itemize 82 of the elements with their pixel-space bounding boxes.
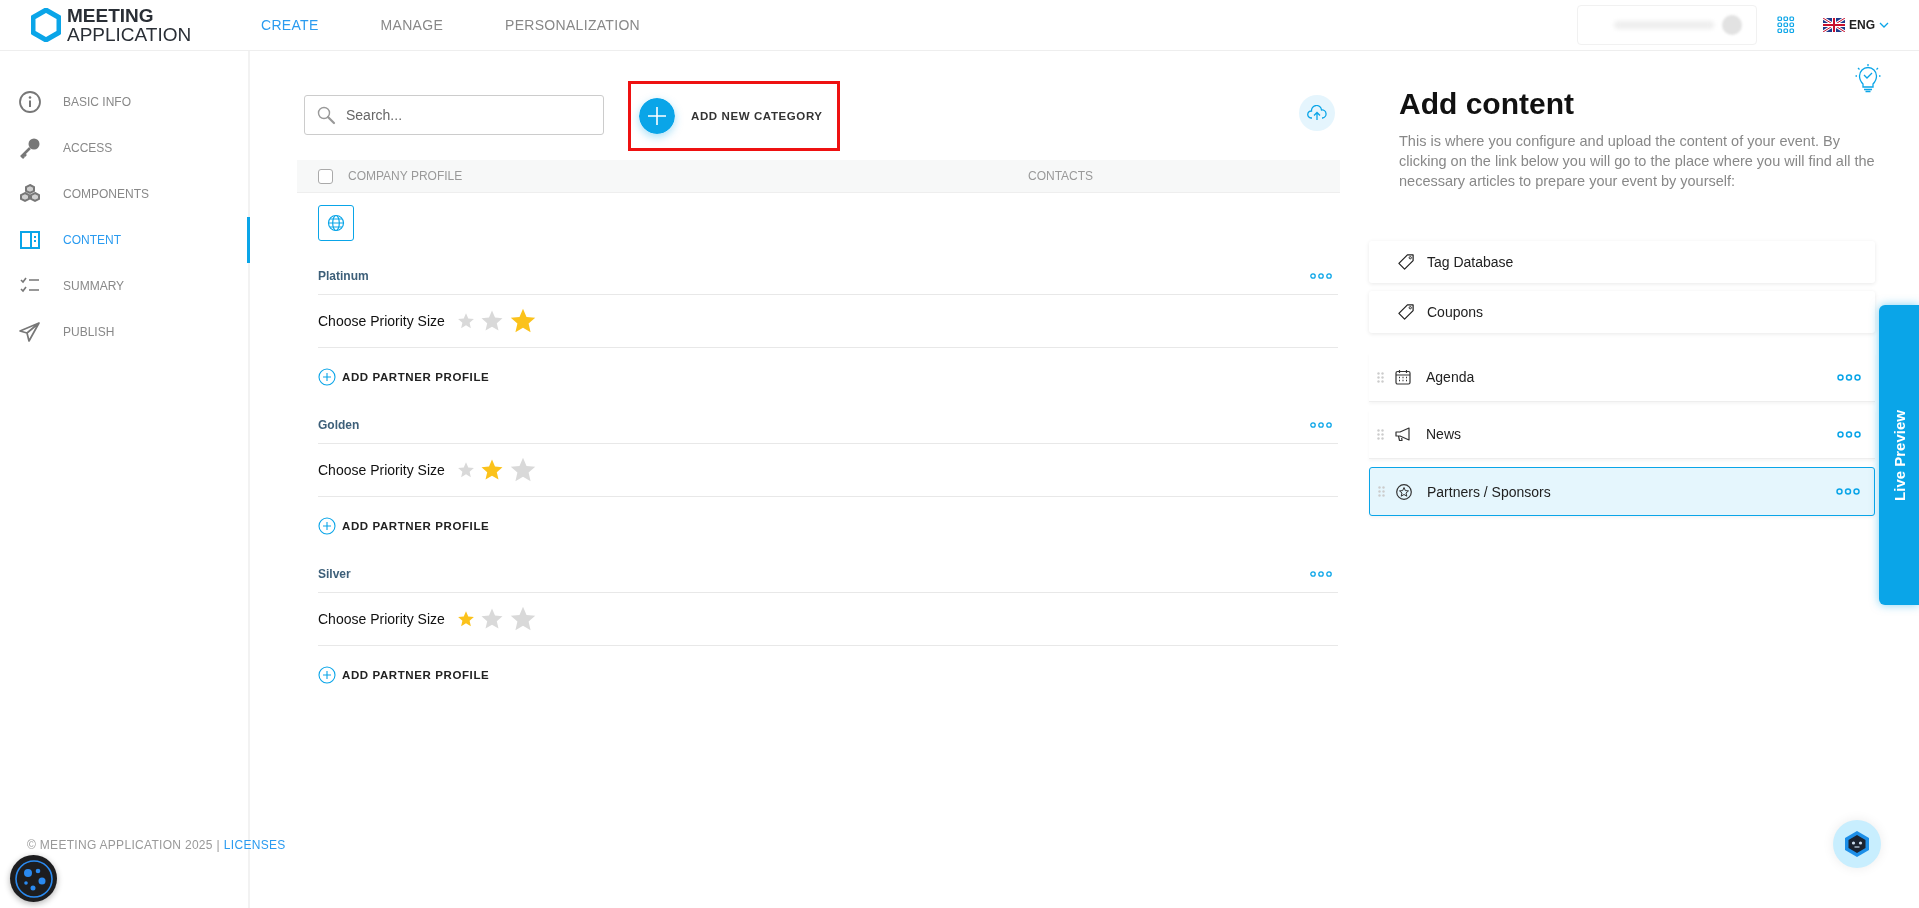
globe-button[interactable]	[318, 205, 354, 241]
chevron-down-icon	[1879, 22, 1889, 28]
live-preview-tab[interactable]: Live Preview	[1879, 305, 1919, 605]
drag-handle-icon	[1377, 371, 1384, 383]
flag-icon	[1823, 18, 1845, 32]
column-header: COMPANY PROFILE	[348, 169, 464, 183]
panel-description: This is where you configure and upload the content of your event. By clicking on the link below you will go to the place where you will find all the necessary articles to prepare your event by yourself:	[1399, 132, 1875, 191]
search-field[interactable]: Search...	[304, 95, 604, 135]
robot-icon	[1844, 830, 1870, 858]
more-options-icon[interactable]	[1310, 272, 1332, 279]
key-icon	[18, 136, 42, 160]
drag-handle-icon	[1378, 486, 1385, 497]
info-icon	[18, 90, 42, 114]
star-icon[interactable]	[456, 461, 475, 479]
content-link-card[interactable]: Tag Database	[1369, 241, 1875, 283]
more-options-icon[interactable]	[1836, 488, 1860, 495]
apps-grid-icon[interactable]	[1777, 16, 1795, 34]
add-partner-button[interactable]: ADD PARTNER PROFILE	[318, 646, 490, 704]
plus-circle-icon	[318, 517, 336, 535]
add-category-button[interactable]: ADD NEW CATEGORY	[639, 98, 823, 134]
nav-tab[interactable]: MANAGE	[380, 17, 444, 33]
category-name: Golden	[318, 417, 360, 432]
content-section-item[interactable]: News	[1369, 410, 1875, 459]
nav-tab[interactable]: PERSONALIZATION	[505, 17, 640, 33]
sidebar-item[interactable]: COMPONENTS	[0, 171, 250, 217]
sidebar-item[interactable]: PUBLISH	[0, 309, 250, 355]
megaphone-icon	[1394, 425, 1412, 443]
drag-handle-icon	[1377, 428, 1384, 440]
category-name: Platinum	[318, 268, 369, 283]
column-header: CONTACTS	[1028, 169, 1094, 183]
star-icon[interactable]	[479, 607, 504, 631]
columns-icon	[18, 228, 42, 252]
logo-text: MEETING	[67, 6, 155, 25]
copyright-text: © MEETING APPLICATION 2025 |	[27, 838, 220, 852]
user-menu[interactable]	[1577, 5, 1757, 45]
more-options-icon[interactable]	[1837, 373, 1861, 381]
star-icon[interactable]	[479, 458, 504, 482]
logo-text: APPLICATION	[67, 25, 192, 44]
priority-label: Choose Priority Size	[318, 611, 445, 627]
star-icon[interactable]	[456, 312, 475, 330]
priority-label: Choose Priority Size	[318, 462, 445, 478]
category-name: Silver	[318, 566, 351, 581]
cloud-upload-icon	[1307, 105, 1327, 121]
lightbulb-check-icon	[1855, 63, 1881, 93]
language-selector[interactable]: ENG	[1823, 18, 1889, 32]
panel-title: Add content	[1399, 87, 1575, 121]
more-options-icon[interactable]	[1310, 570, 1332, 577]
globe-icon	[327, 214, 345, 232]
dots-circle-icon	[13, 858, 54, 899]
content-section-item[interactable]: Partners / Sponsors	[1369, 467, 1875, 516]
content-section-item[interactable]: Agenda	[1369, 353, 1875, 402]
plus-circle-icon	[318, 368, 336, 386]
assistant-button[interactable]	[1833, 820, 1881, 868]
hexagon-logo-icon	[31, 8, 61, 42]
star-badge-icon	[1395, 482, 1413, 501]
sidebar-item[interactable]: CONTENT	[0, 217, 250, 263]
search-icon	[316, 105, 336, 125]
tag-icon	[1397, 303, 1415, 321]
content-link-card[interactable]: Coupons	[1369, 291, 1875, 333]
more-options-icon[interactable]	[1310, 421, 1332, 428]
tag-icon	[1397, 253, 1415, 271]
plus-circle-icon	[318, 666, 336, 684]
section-label: Agenda	[1426, 369, 1476, 385]
star-icon[interactable]	[479, 309, 504, 333]
calendar-icon	[1394, 368, 1412, 386]
plus-circle-icon	[639, 98, 675, 134]
priority-label: Choose Priority Size	[318, 313, 445, 329]
add-partner-button[interactable]: ADD PARTNER PROFILE	[318, 348, 490, 406]
add-partner-button[interactable]: ADD PARTNER PROFILE	[318, 497, 490, 555]
section-label: Partners / Sponsors	[1427, 483, 1552, 500]
widget-button[interactable]	[10, 855, 57, 902]
licenses-link[interactable]: LICENSES	[223, 838, 286, 852]
paper-plane-icon	[18, 320, 42, 344]
sidebar-item[interactable]: SUMMARY	[0, 263, 250, 309]
star-icon[interactable]	[456, 610, 475, 628]
sidebar-item[interactable]: ACCESS	[0, 125, 250, 171]
upload-button[interactable]	[1299, 95, 1335, 131]
section-label: News	[1426, 426, 1462, 442]
nav-tab[interactable]: CREATE	[261, 17, 319, 33]
more-options-icon[interactable]	[1837, 430, 1861, 438]
sidebar-item[interactable]: BASIC INFO	[0, 79, 250, 125]
select-all-checkbox[interactable]	[318, 168, 333, 184]
